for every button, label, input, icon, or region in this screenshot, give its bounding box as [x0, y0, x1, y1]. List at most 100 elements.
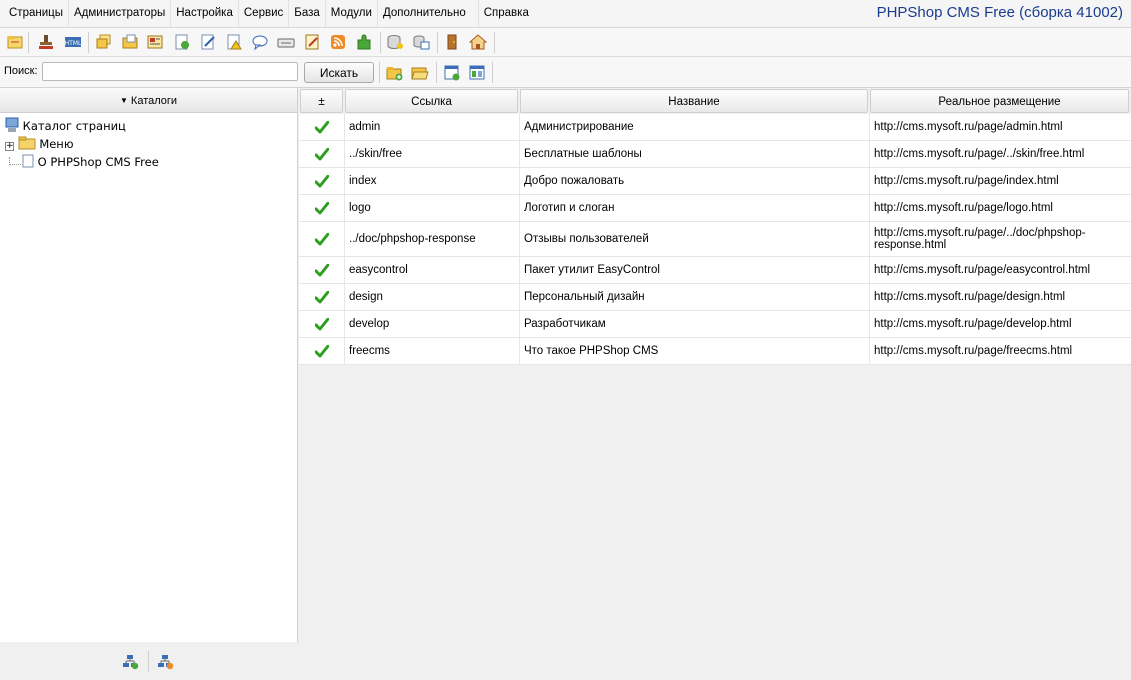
tree-node-about[interactable]: О PHPShop CMS Free — [22, 153, 159, 171]
name-cell[interactable]: Бесплатные шаблоны — [520, 141, 870, 167]
catalog-panel-title: Каталоги — [130, 95, 178, 107]
page-warning-icon[interactable] — [225, 33, 243, 51]
link-cell[interactable]: freecms — [345, 338, 520, 364]
stamp-icon[interactable] — [37, 33, 55, 51]
status-cell[interactable] — [299, 311, 345, 337]
name-cell[interactable]: Добро пожаловать — [520, 168, 870, 194]
name-cell[interactable]: Администрирование — [520, 114, 870, 140]
link-cell[interactable]: easycontrol — [345, 257, 520, 283]
column-header-location[interactable]: Реальное размещение — [870, 89, 1129, 113]
location-cell[interactable]: http://cms.mysoft.ru/page/../skin/free.h… — [870, 141, 1131, 167]
status-cell[interactable] — [299, 338, 345, 364]
status-cell[interactable] — [299, 222, 345, 256]
html-icon[interactable]: HTML — [64, 33, 82, 51]
edit-catalog-icon[interactable] — [157, 654, 174, 670]
status-cell[interactable] — [299, 284, 345, 310]
column-header-status[interactable]: ± — [300, 89, 343, 113]
name-cell[interactable]: Персональный дизайн — [520, 284, 870, 310]
location-cell[interactable]: http://cms.mysoft.ru/page/design.html — [870, 284, 1131, 310]
folder-page-icon[interactable] — [121, 33, 139, 51]
page-icon — [22, 154, 34, 168]
status-cell[interactable] — [299, 257, 345, 283]
link-cell[interactable]: develop — [345, 311, 520, 337]
search-bar: Поиск: Искать — [0, 57, 1131, 88]
menu-modules[interactable]: Модули — [326, 0, 378, 27]
link-cell[interactable]: index — [345, 168, 520, 194]
plugin-icon[interactable] — [355, 33, 373, 51]
check-icon — [314, 263, 329, 276]
comments-icon[interactable] — [251, 33, 269, 51]
table-row[interactable]: easycontrol Пакет утилит EasyControl http:… — [299, 257, 1131, 284]
menu-database[interactable]: База — [289, 0, 326, 27]
database-icon[interactable] — [386, 33, 404, 51]
window-list-icon[interactable] — [468, 64, 486, 82]
location-cell[interactable]: http://cms.mysoft.ru/page/logo.html — [870, 195, 1131, 221]
home-icon[interactable] — [469, 33, 487, 51]
location-cell[interactable]: http://cms.mysoft.ru/page/index.html — [870, 168, 1131, 194]
add-catalog-icon[interactable] — [122, 654, 139, 670]
name-cell[interactable]: Логотип и слоган — [520, 195, 870, 221]
page-refresh-icon[interactable] — [173, 33, 191, 51]
check-icon — [314, 232, 329, 245]
door-icon[interactable] — [443, 33, 461, 51]
table-row[interactable]: ../doc/phpshop-response Отзывы пользовате… — [299, 222, 1131, 257]
app-title: PHPShop CMS Free (сборка 41002) — [876, 4, 1123, 21]
page-edit-icon[interactable] — [199, 33, 217, 51]
computer-icon — [5, 117, 19, 132]
location-cell[interactable]: http://cms.mysoft.ru/page/admin.html — [870, 114, 1131, 140]
location-cell[interactable]: http://cms.mysoft.ru/page/develop.html — [870, 311, 1131, 337]
link-cell[interactable]: ../doc/phpshop-response — [345, 222, 520, 256]
status-cell[interactable] — [299, 114, 345, 140]
tree-node-label: Меню — [39, 137, 74, 151]
location-cell[interactable]: http://cms.mysoft.ru/page/easycontrol.ht… — [870, 257, 1131, 283]
table-row[interactable]: freecms Что такое PHPShop CMS http://cms.m… — [299, 338, 1131, 365]
svg-text:HTML: HTML — [65, 40, 82, 47]
toolbar: HTML — [0, 28, 1131, 57]
open-catalog-icon[interactable] — [6, 33, 24, 51]
link-cell[interactable]: ../skin/free — [345, 141, 520, 167]
database-table-icon[interactable] — [412, 33, 430, 51]
page-add-icon[interactable] — [443, 64, 461, 82]
link-cell[interactable]: admin — [345, 114, 520, 140]
link-cell[interactable]: design — [345, 284, 520, 310]
pages-icon[interactable] — [95, 33, 113, 51]
status-cell[interactable] — [299, 195, 345, 221]
column-header-name[interactable]: Название — [520, 89, 868, 113]
table-row[interactable]: ../skin/free Бесплатные шаблоны http://cms… — [299, 141, 1131, 168]
location-cell[interactable]: http://cms.mysoft.ru/page/freecms.html — [870, 338, 1131, 364]
folder-add-icon[interactable] — [386, 64, 404, 82]
rss-icon[interactable] — [329, 33, 347, 51]
search-button[interactable]: Искать — [304, 62, 374, 83]
name-cell[interactable]: Разработчикам — [520, 311, 870, 337]
check-icon — [314, 174, 329, 187]
keyboard-icon[interactable] — [277, 33, 295, 51]
menu-administrators[interactable]: Администраторы — [69, 0, 172, 27]
menu-pages[interactable]: Страницы — [4, 0, 69, 27]
tree-node-root[interactable]: Каталог страниц — [5, 117, 126, 135]
table-body: admin Администрирование http://cms.mysoft.… — [299, 114, 1131, 365]
table-row[interactable]: logo Логотип и слоган http://cms.mysoft.ru… — [299, 195, 1131, 222]
menu-settings[interactable]: Настройка — [171, 0, 239, 27]
search-input[interactable] — [42, 62, 298, 81]
name-cell[interactable]: Отзывы пользователей — [520, 222, 870, 256]
column-header-link[interactable]: Ссылка — [345, 89, 518, 113]
catalog-panel-header[interactable]: ▼ Каталоги — [0, 88, 297, 113]
menu-additional[interactable]: Дополнительно — [378, 0, 479, 27]
name-cell[interactable]: Что такое PHPShop CMS — [520, 338, 870, 364]
status-cell[interactable] — [299, 168, 345, 194]
table-row[interactable]: develop Разработчикам http://cms.mysoft.ru… — [299, 311, 1131, 338]
table-row[interactable]: index Добро пожаловать http://cms.mysoft.r… — [299, 168, 1131, 195]
status-cell[interactable] — [299, 141, 345, 167]
tree-node-menu[interactable]: + Меню — [5, 135, 74, 153]
name-cell[interactable]: Пакет утилит EasyControl — [520, 257, 870, 283]
expand-plus-icon[interactable]: + — [5, 142, 14, 151]
menu-help[interactable]: Справка — [479, 0, 534, 27]
document-edit-icon[interactable] — [303, 33, 321, 51]
location-cell[interactable]: http://cms.mysoft.ru/page/../doc/phpshop… — [870, 222, 1131, 256]
folder-open-icon[interactable] — [411, 64, 429, 82]
news-icon[interactable] — [146, 33, 164, 51]
menu-service[interactable]: Сервис — [239, 0, 290, 27]
table-row[interactable]: admin Администрирование http://cms.mysoft.… — [299, 114, 1131, 141]
link-cell[interactable]: logo — [345, 195, 520, 221]
table-row[interactable]: design Персональный дизайн http://cms.myso… — [299, 284, 1131, 311]
